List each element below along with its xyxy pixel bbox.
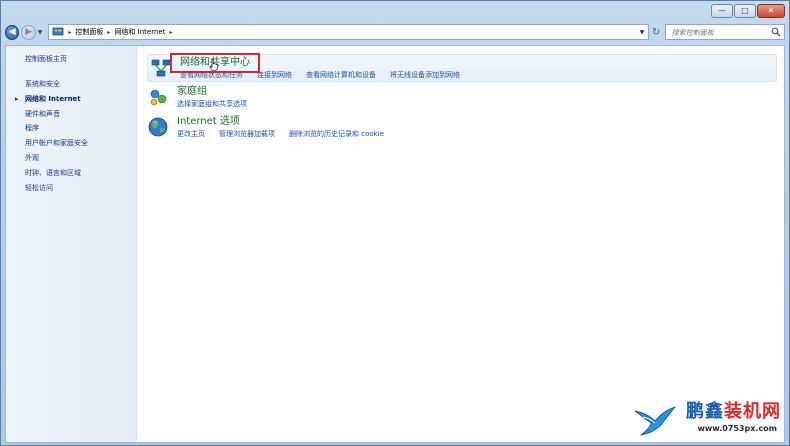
- watermark-brand-a: 鹏鑫: [686, 401, 724, 422]
- link-homegroup-sharing-options[interactable]: 选择家庭组和共享选项: [177, 99, 247, 109]
- content-area: 控制面板主页 系统和安全 网络和 Internet 硬件和声音 程序 用户帐户和…: [5, 45, 785, 443]
- chevron-down-icon[interactable]: ▼: [640, 29, 645, 36]
- homegroup-icon[interactable]: [147, 86, 169, 108]
- breadcrumb-control-panel[interactable]: 控制面板: [75, 27, 103, 37]
- minimize-button[interactable]: —: [711, 4, 733, 18]
- arrow-right-icon: ▶: [25, 26, 33, 37]
- sidebar: 控制面板主页 系统和安全 网络和 Internet 硬件和声音 程序 用户帐户和…: [6, 46, 137, 442]
- address-bar[interactable]: ▸ 控制面板 ▸ 网络和 Internet ▸ ▼: [48, 24, 650, 40]
- sidebar-item-appearance[interactable]: 外观: [25, 151, 136, 166]
- link-view-network-computers[interactable]: 查看网络计算机和设备: [306, 70, 376, 80]
- chevron-right-icon[interactable]: ▸: [107, 29, 110, 36]
- arrow-left-icon: ◀: [8, 26, 16, 37]
- watermark: 鹏鑫装机网 www.0753px.com: [633, 401, 783, 441]
- category-title-internet-options[interactable]: Internet 选项: [177, 116, 398, 128]
- search-icon[interactable]: [771, 27, 781, 39]
- navigation-bar: ◀ ▶ ▼ ▸ 控制面板 ▸ 网络和 Internet ▸ ▼ ↻: [5, 22, 785, 42]
- category-title-homegroup[interactable]: 家庭组: [177, 86, 261, 98]
- maximize-button[interactable]: □: [734, 4, 756, 18]
- search-box[interactable]: [664, 24, 785, 40]
- control-panel-window: — □ ✕ ◀ ▶ ▼ ▸ 控制面板 ▸ 网络和 Internet ▸ ▼ ↻: [0, 0, 790, 446]
- refresh-button[interactable]: ↻: [649, 24, 662, 40]
- sidebar-item-network-internet[interactable]: 网络和 Internet: [15, 92, 136, 107]
- link-manage-browser-addons[interactable]: 管理浏览器加载项: [219, 129, 275, 139]
- chevron-right-icon[interactable]: ▸: [169, 29, 172, 36]
- search-input[interactable]: [669, 26, 774, 40]
- recent-pages-dropdown[interactable]: ▼: [38, 29, 43, 36]
- sidebar-item-hardware-sound[interactable]: 硬件和声音: [25, 107, 136, 122]
- link-connect-to-network[interactable]: 连接到网络: [257, 70, 292, 80]
- close-button[interactable]: ✕: [757, 4, 785, 18]
- breadcrumb-network-internet[interactable]: 网络和 Internet: [114, 27, 165, 37]
- chevron-right-icon[interactable]: ▸: [68, 29, 71, 36]
- sidebar-item-programs[interactable]: 程序: [25, 121, 136, 136]
- link-delete-browsing-history[interactable]: 删除浏览的历史记录和 cookie: [289, 129, 384, 139]
- main-pane: 网络和共享中心 查看网络状态和任务 连接到网络 查看网络计算机和设备 将无线设备…: [137, 46, 784, 442]
- forward-button[interactable]: ▶: [21, 24, 36, 40]
- refresh-icon: ↻: [651, 26, 661, 38]
- network-icon[interactable]: [150, 57, 172, 79]
- internet-globe-icon[interactable]: [147, 116, 169, 138]
- watermark-brand: 鹏鑫装机网: [686, 401, 781, 423]
- link-add-wireless-device[interactable]: 将无线设备添加到网络: [390, 70, 460, 80]
- sidebar-item-ease-of-access[interactable]: 轻松访问: [25, 181, 136, 196]
- sidebar-item-user-accounts[interactable]: 用户帐户和家庭安全: [25, 136, 136, 151]
- link-change-home-page[interactable]: 更改主页: [177, 129, 205, 139]
- category-internet-options: Internet 选项 更改主页 管理浏览器加载项 删除浏览的历史记录和 coo…: [147, 116, 398, 139]
- hand-cursor-icon: [209, 59, 218, 73]
- watermark-brand-b: 装机网: [724, 401, 781, 422]
- caption-buttons: — □ ✕: [710, 4, 785, 18]
- sidebar-home-link[interactable]: 控制面板主页: [25, 54, 136, 64]
- watermark-url: www.0753px.com: [697, 424, 777, 433]
- control-panel-icon: [52, 27, 64, 37]
- sidebar-item-clock-region[interactable]: 时钟、语言和区域: [25, 166, 136, 181]
- category-homegroup: 家庭组 选择家庭组和共享选项: [147, 86, 261, 109]
- bird-logo-icon: [633, 403, 677, 441]
- sidebar-item-system-security[interactable]: 系统和安全: [25, 77, 136, 92]
- back-button[interactable]: ◀: [5, 24, 20, 40]
